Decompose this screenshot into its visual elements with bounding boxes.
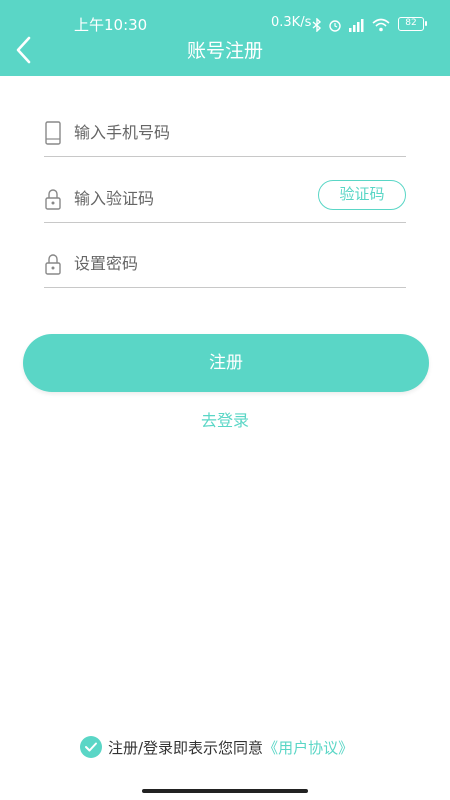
signal-icon xyxy=(349,19,364,32)
status-time: 上午10:30 xyxy=(74,16,148,34)
verification-code-input[interactable] xyxy=(74,184,304,212)
password-input[interactable] xyxy=(74,249,304,277)
header-bar: 上午10:30 0.3K/s 82 账号注册 xyxy=(0,0,450,76)
status-bar: 上午10:30 0.3K/s 82 xyxy=(0,14,450,36)
status-icons xyxy=(312,16,390,34)
verification-code-field: 验证码 xyxy=(44,176,406,223)
wifi-icon xyxy=(372,18,390,32)
agreement-row: 注册/登录即表示您同意 《用户协议》 xyxy=(80,735,353,759)
lock-icon xyxy=(45,254,61,275)
password-field xyxy=(44,241,406,288)
network-speed: 0.3K/s xyxy=(271,15,312,30)
user-agreement-link[interactable]: 《用户协议》 xyxy=(263,737,353,758)
phone-icon xyxy=(45,121,61,145)
checkbox-checked-icon[interactable] xyxy=(80,736,102,758)
phone-input[interactable] xyxy=(74,118,304,146)
battery-indicator: 82 xyxy=(398,17,427,31)
go-to-login-link[interactable]: 去登录 xyxy=(0,407,450,431)
get-code-button[interactable]: 验证码 xyxy=(318,180,406,210)
agreement-text: 注册/登录即表示您同意 xyxy=(108,738,264,757)
bluetooth-icon xyxy=(312,18,322,32)
home-indicator xyxy=(142,789,308,793)
register-button[interactable]: 注册 xyxy=(23,334,429,392)
lock-icon xyxy=(45,189,61,210)
page-title: 账号注册 xyxy=(186,40,263,62)
alarm-icon xyxy=(329,20,341,32)
phone-field xyxy=(44,110,406,157)
